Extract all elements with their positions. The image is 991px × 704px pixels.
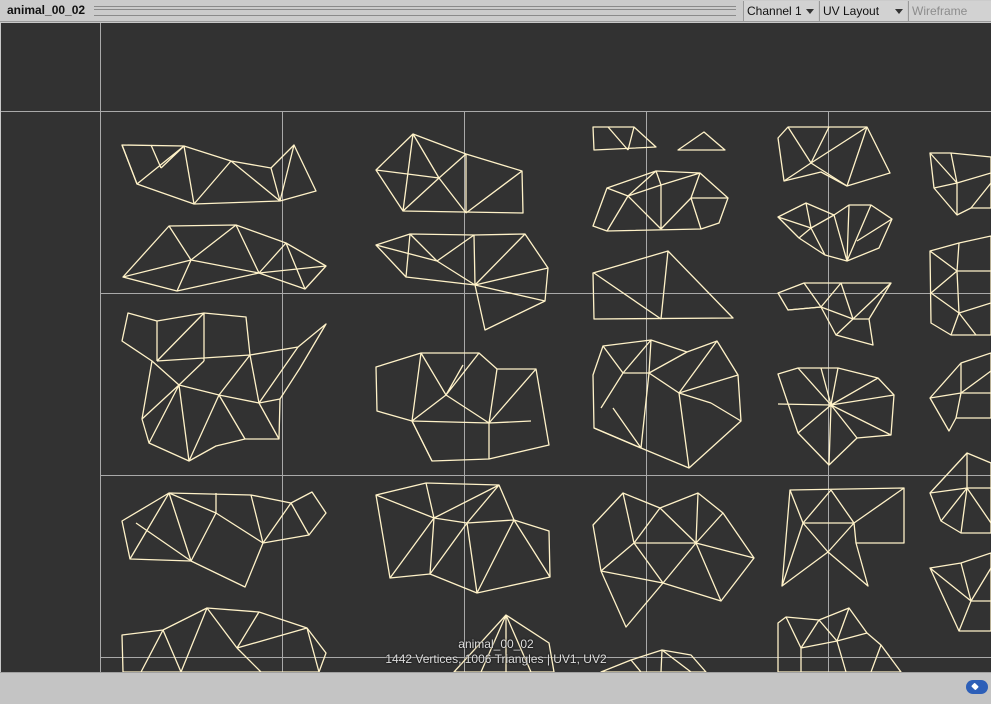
wireframe-button-label: Wireframe — [912, 4, 968, 18]
uv-island-edges — [607, 126, 635, 151]
uv-island-edges — [593, 339, 742, 469]
uv-island-outline — [600, 649, 707, 672]
uv-island-outline — [677, 131, 726, 151]
uv-island-edges — [375, 233, 549, 302]
uv-grid — [1, 23, 991, 672]
uv-island-edges — [929, 562, 991, 632]
uv-islands — [121, 126, 991, 672]
uv-layout-viewport[interactable]: animal_00_02 1442 Vertices, 1006 Triangl… — [1, 23, 991, 672]
uv-island-edges — [929, 152, 991, 215]
uv-island-outline — [777, 202, 893, 262]
tag-icon[interactable] — [966, 680, 988, 694]
uv-island-edges — [777, 367, 895, 466]
uv-island-edges — [781, 487, 905, 587]
uv-island-outline — [121, 312, 327, 462]
uv-island-outline — [592, 250, 734, 320]
uv-island-outline — [375, 482, 551, 594]
uv-island-outline — [777, 367, 895, 466]
uv-island-edges — [375, 133, 523, 214]
uv-island-outline — [121, 491, 327, 588]
uv-island-edges — [777, 202, 893, 262]
uv-island-edges — [783, 126, 868, 187]
chevron-down-icon — [806, 9, 814, 14]
uv-island-outline — [122, 224, 327, 292]
uv-island-edges — [480, 614, 532, 672]
layout-dropdown-label: UV Layout — [823, 4, 880, 18]
uv-island-outline — [375, 352, 550, 462]
uv-island-outline — [121, 607, 327, 672]
wireframe-button[interactable]: Wireframe — [908, 1, 991, 21]
uv-island-edges — [785, 607, 882, 672]
layout-dropdown[interactable]: UV Layout — [819, 1, 907, 21]
uv-island-edges — [929, 453, 991, 534]
toolbar-drag-handle[interactable] — [94, 6, 736, 16]
channel-dropdown[interactable]: Channel 1 — [743, 1, 818, 21]
uv-island-edges — [929, 242, 991, 336]
uv-island-outline — [375, 133, 524, 214]
uv-wireframe-canvas — [1, 23, 991, 672]
preview-toolbar: animal_00_02 Channel 1 UV Layout Wirefra… — [0, 0, 991, 22]
uv-island-outline — [453, 614, 555, 672]
channel-dropdown-label: Channel 1 — [747, 4, 802, 18]
uv-island-outline — [781, 487, 905, 587]
uv-island-outline — [929, 452, 991, 534]
uv-island-edges — [140, 607, 320, 672]
uv-island-outline — [375, 233, 549, 331]
uv-island-edges — [600, 492, 755, 602]
uv-island-outline — [777, 282, 892, 346]
chevron-down-icon — [895, 9, 903, 14]
uv-island-edges — [929, 363, 991, 419]
preview-title: animal_00_02 — [7, 3, 86, 17]
uv-island-outline — [592, 492, 755, 628]
uv-island-outline — [592, 339, 742, 469]
uv-island-edges — [606, 170, 728, 232]
preview-status-bar — [0, 672, 991, 704]
